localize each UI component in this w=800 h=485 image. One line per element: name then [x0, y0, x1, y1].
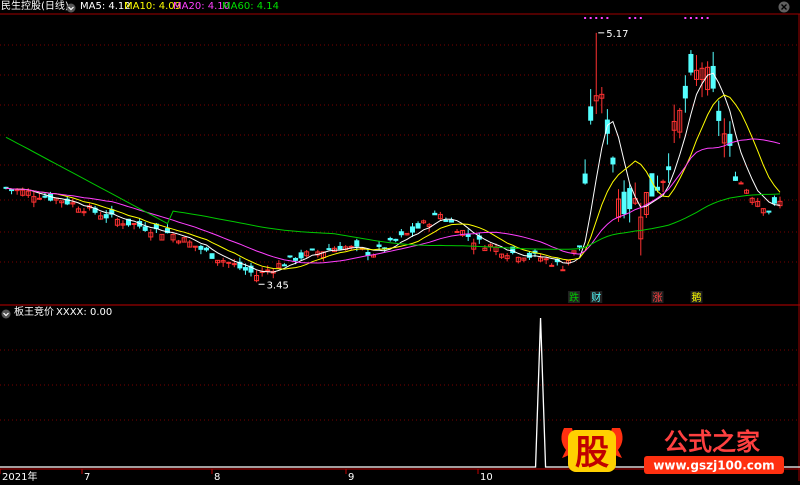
candle-body — [42, 195, 48, 198]
candle-body — [454, 230, 460, 233]
candle-body — [732, 176, 738, 181]
signal-dot — [639, 17, 642, 19]
candle-body — [443, 219, 449, 222]
candle-body — [326, 248, 332, 251]
candle-body — [198, 245, 204, 250]
candle-body — [387, 237, 393, 241]
candle-body — [448, 219, 454, 223]
signal-dot — [684, 17, 687, 19]
candle-body — [710, 65, 716, 89]
candle-body — [666, 166, 672, 171]
event-marker: 鹅 — [691, 291, 701, 304]
candle-body — [432, 212, 438, 216]
candle-body — [131, 223, 137, 226]
low-label: 3.45 — [267, 280, 289, 291]
candle-body — [226, 261, 232, 264]
ma60-label: MA60: 4.14 — [222, 1, 280, 12]
candle-body — [242, 267, 248, 271]
candle-body — [621, 191, 627, 215]
candle-body — [682, 85, 688, 99]
signal-dot — [634, 17, 637, 19]
event-marker: 跌 — [569, 291, 579, 304]
signal-dot — [701, 17, 704, 19]
candle-body — [9, 189, 15, 192]
close-icon[interactable] — [778, 1, 790, 13]
chart-area: 5.17 3.45 跌财涨鹅 2021年 7 8 9 10 民生控股(日线) MA5: 4.1… — [0, 0, 800, 483]
candle-body — [287, 255, 293, 258]
candle-body — [543, 258, 549, 261]
watermark-url: www.gszj100.com — [653, 459, 774, 473]
indicator-value: XXXX: 0.00 — [56, 307, 113, 318]
signal-dot — [695, 17, 698, 19]
candle-body — [526, 252, 532, 258]
candle-body — [209, 253, 215, 259]
candle-body — [610, 157, 616, 165]
x-tick-label: 9 — [348, 472, 354, 481]
watermark-char: 股 — [575, 433, 609, 473]
x-tick-label: 2021年 — [2, 470, 37, 481]
candle-body — [560, 269, 566, 272]
indicator-title: 板王竞价 — [14, 307, 54, 318]
candle-body — [142, 226, 148, 231]
candle-body — [577, 245, 583, 248]
candle-body — [415, 223, 421, 229]
sub-panel-toggle-icon[interactable] — [1, 309, 11, 319]
signal-dot — [606, 17, 609, 19]
event-marker: 涨 — [652, 292, 662, 304]
candle-body — [738, 182, 744, 185]
candle-body — [203, 247, 209, 251]
panel-toggle-icon[interactable] — [66, 3, 76, 13]
candle-body — [582, 173, 588, 184]
ma5-line — [5, 72, 781, 273]
candle-body — [627, 188, 633, 210]
signal-dot — [628, 17, 631, 19]
candle-body — [309, 248, 315, 251]
signal-dot — [595, 17, 598, 19]
stock-title: 民生控股(日线) — [1, 1, 69, 12]
candle-body — [398, 231, 404, 236]
signal-dot — [584, 17, 587, 19]
candle-body — [766, 210, 772, 213]
signal-dot — [706, 17, 709, 19]
candle-body — [588, 106, 594, 121]
stock-chart: 5.17 3.45 跌财 涨 鹅 2021年 7 8 9 10 — [0, 13, 800, 483]
candle-body — [549, 264, 555, 267]
candle-body — [688, 53, 694, 73]
candle-body — [103, 214, 109, 219]
candle-body — [337, 245, 343, 250]
high-label: 5.17 — [606, 29, 628, 40]
candle-body — [231, 263, 237, 266]
x-tick-label: 10 — [480, 472, 493, 481]
signal-dot — [689, 17, 692, 19]
candle-body — [409, 226, 415, 233]
candle-body — [393, 238, 399, 241]
candle-body — [716, 110, 722, 121]
candle-body — [265, 269, 271, 272]
candle-body — [348, 245, 354, 248]
candle-body — [281, 264, 287, 267]
candle-body — [354, 240, 360, 247]
x-tick-label: 7 — [84, 472, 90, 481]
candle-body — [298, 252, 304, 259]
signal-dot — [600, 17, 603, 19]
signal-dot — [589, 17, 592, 19]
candle-body — [771, 197, 777, 204]
candle-body — [36, 197, 42, 200]
event-marker: 财 — [591, 291, 601, 304]
watermark-logo: 股 公式之家 www.gszj100.com — [561, 428, 784, 474]
candle-body — [376, 244, 382, 247]
x-tick-label: 8 — [214, 472, 220, 481]
candle-body — [293, 257, 299, 261]
ma20-line — [5, 138, 781, 264]
watermark-brand: 公式之家 — [664, 428, 760, 456]
candle-body — [465, 233, 471, 237]
